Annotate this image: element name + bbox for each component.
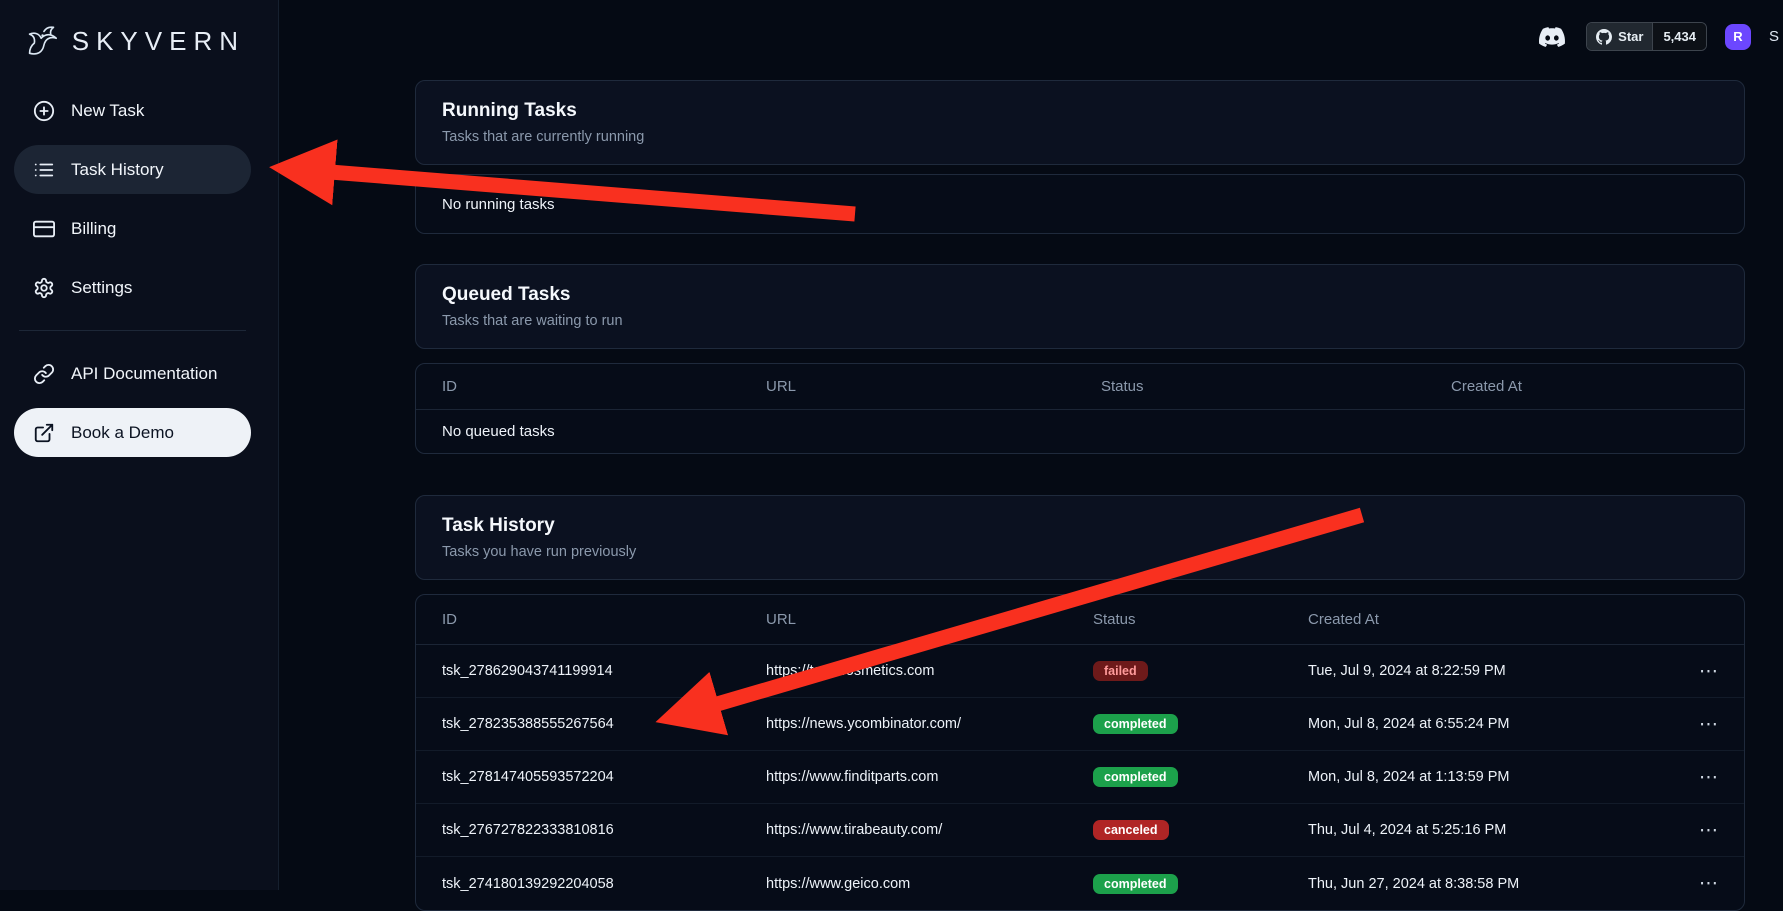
status-badge: completed (1093, 714, 1178, 734)
brand-name: SKYVERN (72, 26, 245, 57)
sidebar-item-label: Book a Demo (71, 423, 174, 443)
more-options-button[interactable]: ⋯ (1699, 821, 1718, 840)
queued-tasks-table: ID URL Status Created At No queued tasks (415, 363, 1745, 454)
brand-logo[interactable]: SKYVERN (14, 14, 251, 68)
clipped-username: S (1769, 28, 1783, 45)
task-history-title: Task History (442, 515, 1718, 537)
list-icon (33, 159, 55, 181)
topbar: Star 5,434 R S (1536, 22, 1783, 51)
sidebar-item-api-documentation[interactable]: API Documentation (14, 349, 251, 398)
sidebar-item-label: API Documentation (71, 364, 217, 384)
credit-card-icon (33, 218, 55, 240)
queued-tasks-header: Queued Tasks Tasks that are waiting to r… (415, 264, 1745, 349)
running-tasks-header: Running Tasks Tasks that are currently r… (415, 80, 1745, 165)
task-history-subtitle: Tasks you have run previously (442, 544, 1718, 560)
status-badge: canceled (1093, 820, 1169, 840)
column-url: URL (766, 378, 1101, 395)
table-row[interactable]: tsk_278235388555267564 https://news.ycom… (416, 698, 1744, 751)
status-badge: completed (1093, 767, 1178, 787)
column-url: URL (766, 611, 1093, 628)
more-options-button[interactable]: ⋯ (1699, 874, 1718, 893)
gear-icon (33, 277, 55, 299)
sidebar-item-label: Task History (71, 160, 164, 180)
discord-icon[interactable] (1536, 24, 1568, 50)
sidebar: SKYVERN New Task Task History Billing Se… (0, 0, 279, 890)
task-id: tsk_278147405593572204 (442, 769, 766, 785)
task-id: tsk_276727822333810816 (442, 822, 766, 838)
task-url: https://www.finditparts.com (766, 769, 1093, 785)
more-options-button[interactable]: ⋯ (1699, 715, 1718, 734)
table-row[interactable]: tsk_278629043741199914 https://tartecosm… (416, 645, 1744, 698)
task-created-at: Thu, Jun 27, 2024 at 8:38:58 PM (1308, 876, 1658, 892)
table-row[interactable]: tsk_276727822333810816 https://www.tirab… (416, 804, 1744, 857)
column-created-at: Created At (1451, 378, 1718, 395)
avatar[interactable]: R (1725, 24, 1751, 50)
task-created-at: Mon, Jul 8, 2024 at 6:55:24 PM (1308, 716, 1658, 732)
sidebar-item-task-history[interactable]: Task History (14, 145, 251, 194)
queued-tasks-title: Queued Tasks (442, 284, 1718, 306)
skyvern-dragon-icon (20, 18, 64, 64)
task-url: https://news.ycombinator.com/ (766, 716, 1093, 732)
task-history-table: ID URL Status Created At tsk_27862904374… (415, 594, 1745, 911)
running-tasks-subtitle: Tasks that are currently running (442, 129, 1718, 145)
avatar-letter: R (1733, 29, 1742, 44)
github-star-label: Star (1618, 29, 1643, 44)
sidebar-item-new-task[interactable]: New Task (14, 86, 251, 135)
sidebar-item-settings[interactable]: Settings (14, 263, 251, 312)
sidebar-item-label: Settings (71, 278, 132, 298)
queued-tasks-subtitle: Tasks that are waiting to run (442, 313, 1718, 329)
running-tasks-empty: No running tasks (415, 174, 1745, 234)
sidebar-item-book-a-demo[interactable]: Book a Demo (14, 408, 251, 457)
history-table-header: ID URL Status Created At (416, 595, 1744, 645)
task-url: https://www.geico.com (766, 876, 1093, 892)
more-options-button[interactable]: ⋯ (1699, 768, 1718, 787)
column-created-at: Created At (1308, 611, 1658, 628)
sidebar-item-label: New Task (71, 101, 144, 121)
queued-tasks-empty: No queued tasks (416, 410, 1744, 453)
column-id: ID (442, 378, 766, 395)
task-url: https://tartecosmetics.com (766, 663, 1093, 679)
task-history-header: Task History Tasks you have run previous… (415, 495, 1745, 580)
running-tasks-empty-text: No running tasks (442, 196, 555, 213)
link-icon (33, 363, 55, 385)
more-options-button[interactable]: ⋯ (1699, 662, 1718, 681)
plus-circle-icon (33, 100, 55, 122)
status-badge: completed (1093, 874, 1178, 894)
task-url: https://www.tirabeauty.com/ (766, 822, 1093, 838)
task-created-at: Mon, Jul 8, 2024 at 1:13:59 PM (1308, 769, 1658, 785)
sidebar-item-label: Billing (71, 219, 116, 239)
table-row[interactable]: tsk_278147405593572204 https://www.findi… (416, 751, 1744, 804)
task-id: tsk_278629043741199914 (442, 663, 766, 679)
column-id: ID (442, 611, 766, 628)
running-tasks-title: Running Tasks (442, 100, 1718, 122)
external-link-icon (33, 422, 55, 444)
column-status: Status (1101, 378, 1451, 395)
status-badge: failed (1093, 661, 1148, 681)
task-created-at: Tue, Jul 9, 2024 at 8:22:59 PM (1308, 663, 1658, 679)
task-id: tsk_278235388555267564 (442, 716, 766, 732)
github-icon (1596, 29, 1612, 45)
github-star-count: 5,434 (1652, 23, 1706, 50)
task-created-at: Thu, Jul 4, 2024 at 5:25:16 PM (1308, 822, 1658, 838)
queued-table-header: ID URL Status Created At (416, 364, 1744, 410)
column-status: Status (1093, 611, 1308, 628)
github-star-button[interactable]: Star 5,434 (1586, 22, 1707, 51)
sidebar-item-billing[interactable]: Billing (14, 204, 251, 253)
sidebar-divider (19, 330, 246, 331)
queued-tasks-empty-text: No queued tasks (442, 423, 555, 440)
table-row[interactable]: tsk_274180139292204058 https://www.geico… (416, 857, 1744, 910)
task-id: tsk_274180139292204058 (442, 876, 766, 892)
